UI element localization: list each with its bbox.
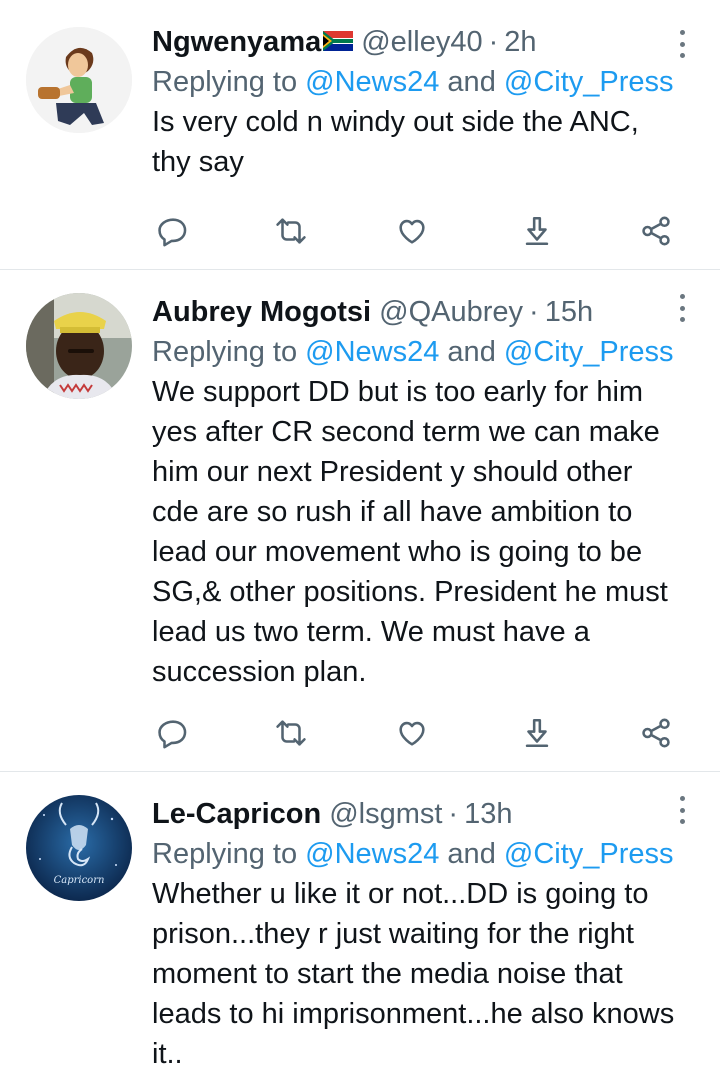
download-icon[interactable] xyxy=(519,713,555,753)
mention-link-news24[interactable]: @News24 xyxy=(305,66,439,98)
avatar-image: Capricorn xyxy=(26,795,132,901)
tweet-header: Ngwenyama @elley40 · 2h xyxy=(152,22,700,62)
retweet-icon[interactable] xyxy=(273,211,309,251)
timestamp[interactable]: 13h xyxy=(464,794,512,834)
timestamp[interactable]: 15h xyxy=(545,292,593,332)
tweet-actions xyxy=(155,211,675,251)
avatar-image xyxy=(26,293,132,399)
tweet[interactable]: Aubrey Mogotsi @QAubrey · 15h Replying t… xyxy=(0,270,720,772)
download-icon[interactable] xyxy=(519,211,555,251)
replying-prefix: Replying to xyxy=(152,838,306,870)
retweet-icon[interactable] xyxy=(273,713,309,753)
replying-and: and xyxy=(439,336,504,368)
more-vertical-icon[interactable] xyxy=(678,30,686,58)
heart-icon[interactable] xyxy=(394,211,430,251)
replying-and: and xyxy=(439,66,504,98)
replying-prefix: Replying to xyxy=(152,336,306,368)
author-handle[interactable]: @lsgmst xyxy=(329,794,442,834)
tweet-text: We support DD but is too early for him y… xyxy=(152,376,668,688)
timestamp[interactable]: 2h xyxy=(504,22,536,62)
author-name[interactable]: Le-Capricon xyxy=(152,794,321,834)
avatar[interactable] xyxy=(26,293,132,399)
replying-to: Replying to @News24 and @City_Press xyxy=(152,332,700,372)
tweet[interactable]: Capricorn Le-Capricon @lsgmst · 13h Repl… xyxy=(0,772,720,1072)
separator-dot: · xyxy=(448,798,459,830)
tweet-actions xyxy=(155,713,675,753)
tweet[interactable]: Ngwenyama @elley40 · 2h Replying to @New… xyxy=(0,0,720,270)
tweet-feed: Ngwenyama @elley40 · 2h Replying to @New… xyxy=(0,0,720,1072)
mention-link-city-press[interactable]: @City_Press xyxy=(504,66,674,98)
author-name[interactable]: Aubrey Mogotsi xyxy=(152,292,371,332)
reply-icon[interactable] xyxy=(155,713,191,753)
heart-icon[interactable] xyxy=(394,713,430,753)
separator-dot: · xyxy=(488,26,499,58)
author-name[interactable]: Ngwenyama xyxy=(152,22,321,62)
avatar-image xyxy=(26,27,132,133)
separator-dot: · xyxy=(529,296,539,328)
mention-link-news24[interactable]: @News24 xyxy=(305,336,439,368)
tweet-text: Is very cold n windy out side the ANC, t… xyxy=(152,106,639,178)
mention-link-city-press[interactable]: @City_Press xyxy=(504,838,674,870)
share-icon[interactable] xyxy=(638,211,674,251)
mention-link-news24[interactable]: @News24 xyxy=(305,838,439,870)
more-vertical-icon[interactable] xyxy=(678,294,686,322)
tweet-header: Le-Capricon @lsgmst · 13h xyxy=(152,794,700,834)
replying-prefix: Replying to xyxy=(152,66,306,98)
author-handle[interactable]: @QAubrey xyxy=(379,292,523,332)
replying-to: Replying to @News24 and @City_Press xyxy=(152,834,700,874)
replying-and: and xyxy=(439,838,504,870)
replying-to: Replying to @News24 and @City_Press xyxy=(152,62,700,102)
reply-icon[interactable] xyxy=(155,211,191,251)
avatar-caption: Capricorn xyxy=(54,875,105,886)
share-icon[interactable] xyxy=(638,713,674,753)
avatar[interactable]: Capricorn xyxy=(26,795,132,901)
avatar[interactable] xyxy=(26,27,132,133)
mention-link-city-press[interactable]: @City_Press xyxy=(504,336,674,368)
tweet-text: Whether u like it or not...DD is going t… xyxy=(152,878,675,1070)
more-vertical-icon[interactable] xyxy=(678,796,686,824)
south-africa-flag-icon xyxy=(323,22,354,62)
tweet-header: Aubrey Mogotsi @QAubrey · 15h xyxy=(152,292,700,332)
author-handle[interactable]: @elley40 xyxy=(361,22,482,62)
